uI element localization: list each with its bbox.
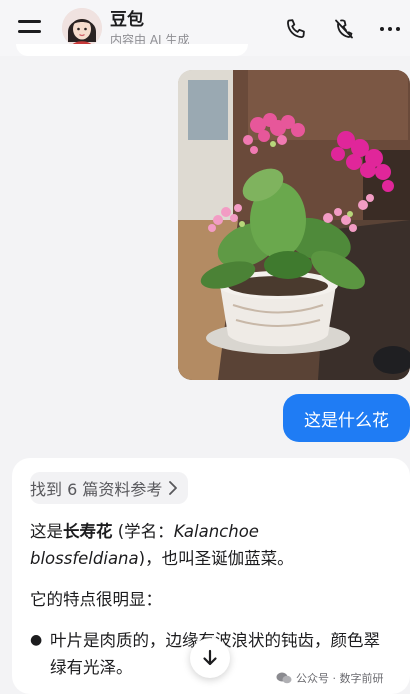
p1-mid: (学名： <box>112 522 174 541</box>
flower-name: 长寿花 <box>63 522 113 541</box>
previous-message-edge <box>16 44 248 56</box>
scroll-down-button[interactable] <box>190 638 230 678</box>
menu-icon[interactable] <box>18 18 42 36</box>
arrow-down-icon <box>203 649 217 666</box>
watermark-text: 公众号 · 数字前研 <box>296 672 384 685</box>
phone-icon[interactable] <box>283 16 309 42</box>
references-button[interactable]: 找到 6 篇资料参考 <box>30 472 189 504</box>
p1-suffix: )，也叫圣诞伽蓝菜。 <box>138 549 294 568</box>
user-photo-message[interactable] <box>178 70 410 380</box>
answer-paragraph-2: 它的特点很明显： <box>30 590 162 609</box>
avatar[interactable] <box>62 8 102 48</box>
more-icon[interactable] <box>377 16 403 42</box>
chat-title-block: 豆包 内容由 AI 生成 <box>110 10 189 48</box>
p1-prefix: 这是 <box>30 522 63 541</box>
wechat-icon <box>276 672 292 684</box>
chevron-right-icon <box>169 481 178 495</box>
chat-title: 豆包 <box>110 10 144 30</box>
answer-paragraph-1: 这是长寿花 (学名：Kalanchoe blossfeldiana)，也叫圣诞伽… <box>30 518 392 572</box>
watermark: 公众号 · 数字前研 <box>276 670 384 686</box>
user-message-bubble[interactable]: 这是什么花 <box>283 394 410 442</box>
references-label: 找到 6 篇资料参考 <box>30 480 163 499</box>
bullet-icon: ● <box>30 632 43 648</box>
mute-icon[interactable] <box>331 16 357 42</box>
